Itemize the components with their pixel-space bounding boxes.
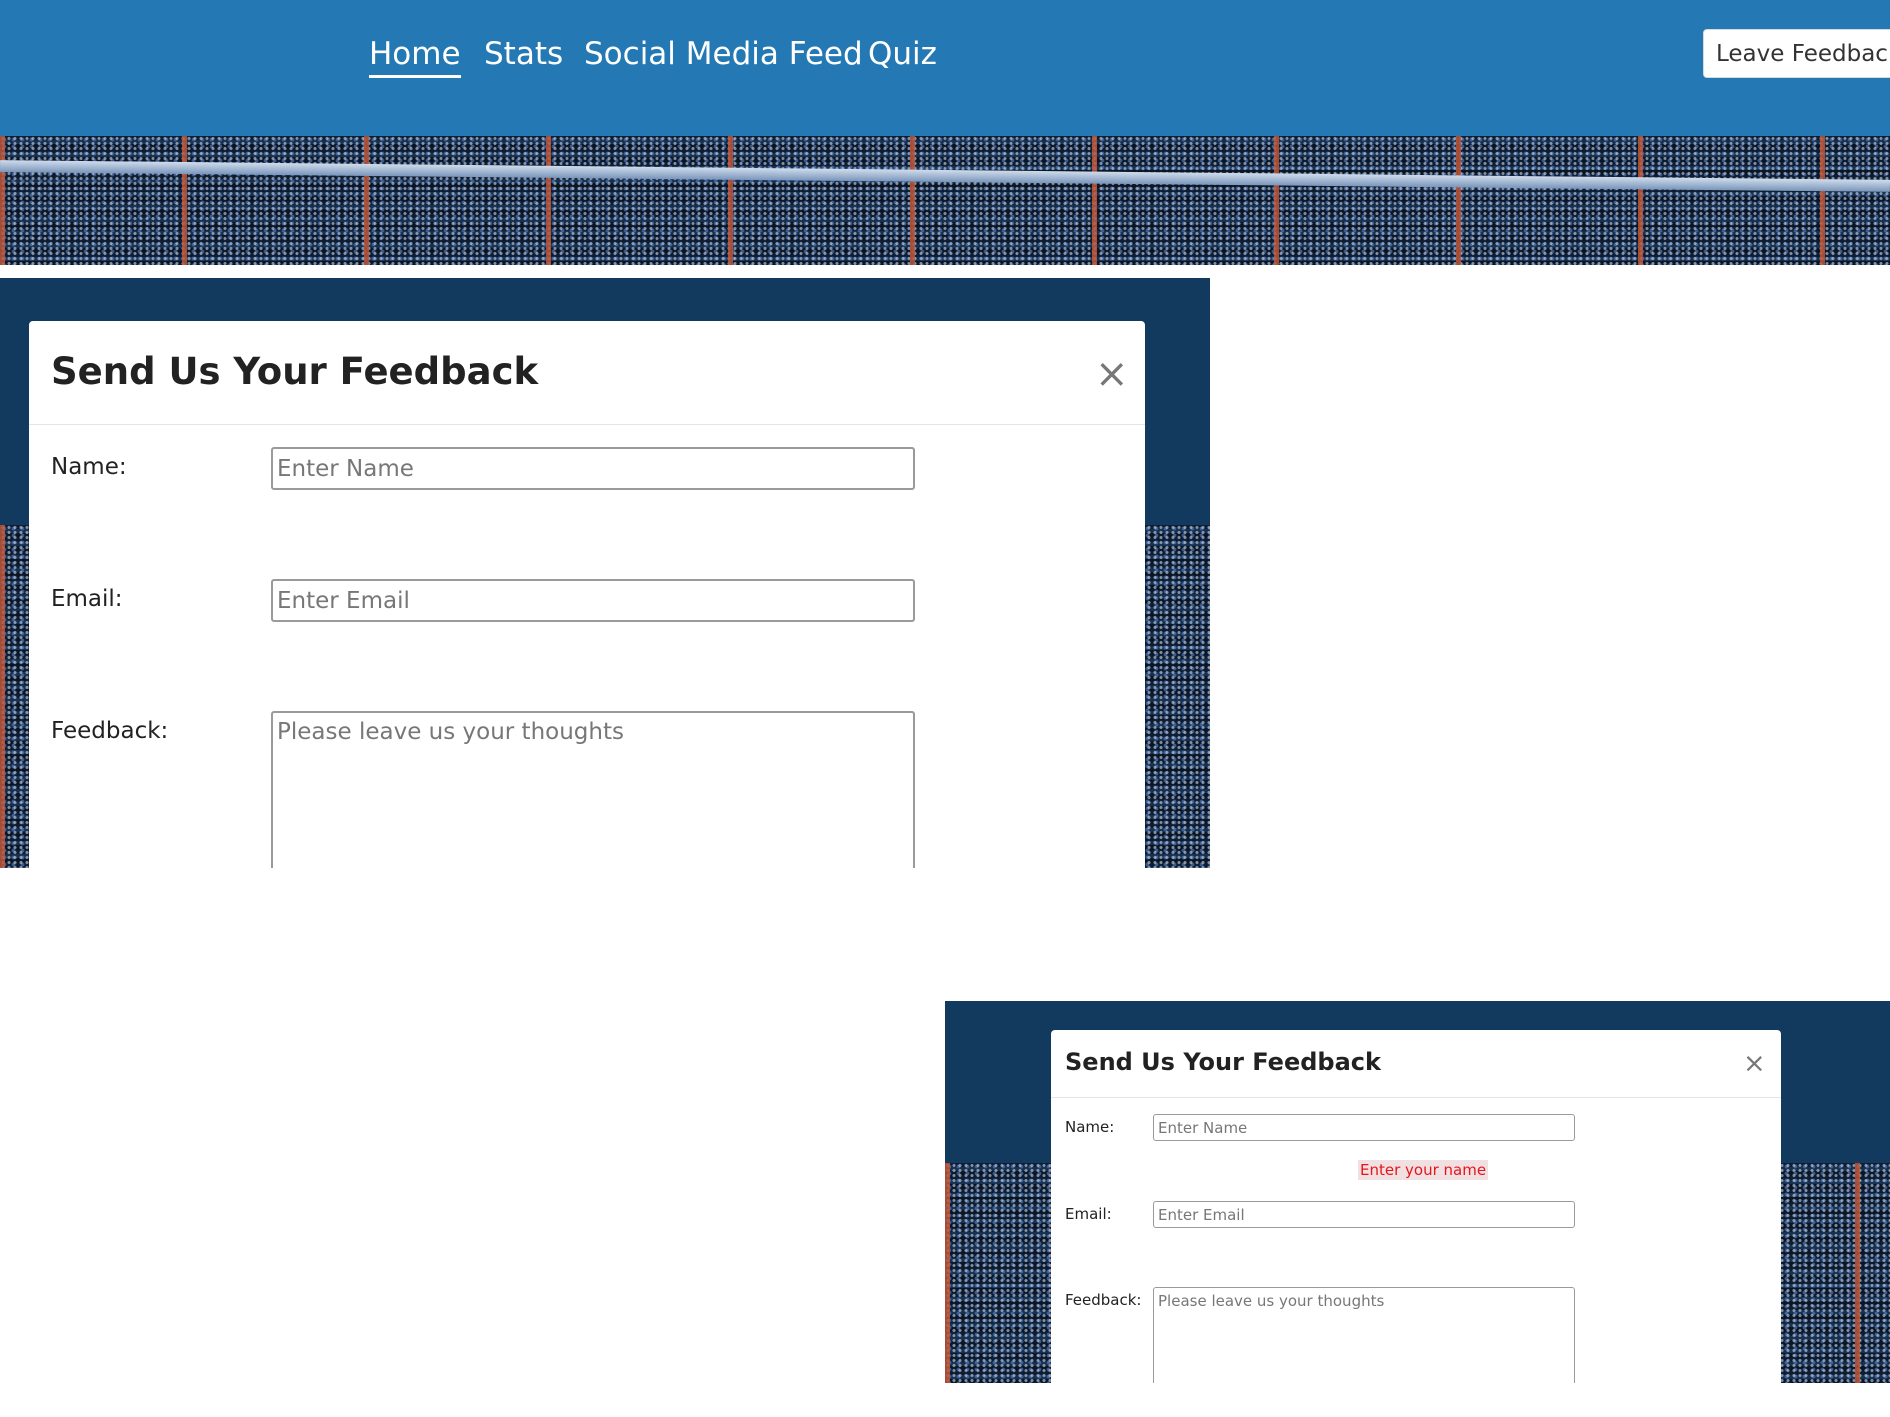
modal-header: Send Us Your Feedback × xyxy=(29,321,1145,425)
close-icon[interactable]: × xyxy=(1743,1050,1766,1077)
modal-title: Send Us Your Feedback xyxy=(1065,1048,1381,1076)
name-label: Name: xyxy=(51,454,127,480)
email-input[interactable] xyxy=(271,579,915,622)
modal-backdrop-large: Send Us Your Feedback × Name: Email: Fee… xyxy=(0,278,1210,868)
name-label: Name: xyxy=(1065,1118,1115,1136)
modal-title: Send Us Your Feedback xyxy=(51,350,539,393)
nav-link-stats[interactable]: Stats xyxy=(484,36,563,72)
feedback-modal-large: Send Us Your Feedback × Name: Email: Fee… xyxy=(29,321,1145,868)
feedback-modal-small: Send Us Your Feedback × Name: Enter your… xyxy=(1051,1030,1781,1383)
name-input[interactable] xyxy=(271,447,915,490)
feedback-textarea[interactable] xyxy=(1153,1287,1575,1383)
name-error-message: Enter your name xyxy=(1358,1160,1489,1180)
stadium-hero-image xyxy=(0,136,1890,265)
close-icon[interactable]: × xyxy=(1095,354,1129,394)
nav-link-quiz[interactable]: Quiz xyxy=(868,36,937,72)
modal-header: Send Us Your Feedback × xyxy=(1051,1030,1781,1098)
top-navbar: Home Stats Social Media Feed Quiz Leave … xyxy=(0,0,1890,136)
feedback-label: Feedback: xyxy=(51,718,169,744)
email-label: Email: xyxy=(51,586,123,612)
stadium-banner xyxy=(0,160,1890,192)
feedback-textarea[interactable] xyxy=(271,711,915,868)
nav-link-social-media-feed[interactable]: Social Media Feed xyxy=(584,36,863,72)
nav-link-home[interactable]: Home xyxy=(369,36,461,78)
email-label: Email: xyxy=(1065,1205,1112,1223)
modal-backdrop-small: Send Us Your Feedback × Name: Enter your… xyxy=(945,1001,1890,1383)
email-input[interactable] xyxy=(1153,1201,1575,1228)
feedback-label: Feedback: xyxy=(1065,1291,1142,1309)
leave-feedback-button[interactable]: Leave Feedback xyxy=(1703,29,1890,78)
name-input[interactable] xyxy=(1153,1114,1575,1141)
